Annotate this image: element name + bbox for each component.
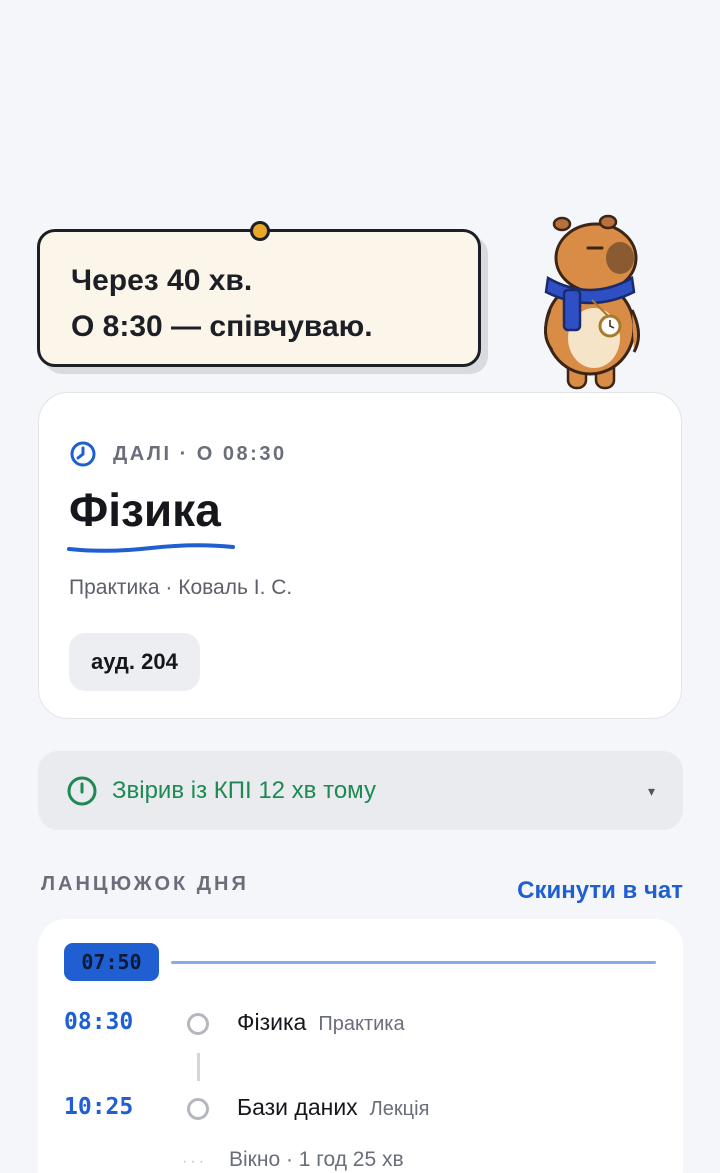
timeline-time: 08:30: [64, 1009, 134, 1035]
timeline-gap: ··· Вікно · 1 год 25 хв: [182, 1148, 404, 1172]
timeline-row[interactable]: 08:30 Фізика Практика: [38, 1005, 683, 1045]
sync-text: Звірив із КПІ 12 хв тому: [112, 776, 376, 804]
capybara-mascot-icon: [544, 214, 640, 390]
chain-section-title: ЛАНЦЮЖОК ДНЯ: [41, 873, 249, 895]
sync-status-bar[interactable]: Звірив із КПІ 12 хв тому ▾: [38, 751, 683, 830]
gap-text: Вікно · 1 год 25 хв: [228, 1148, 404, 1171]
next-label: ДАЛІ · О 08:30: [113, 442, 287, 465]
timeline-subject-type: Лекція: [369, 1098, 430, 1120]
timeline-subject: Фізика Практика: [237, 1009, 405, 1036]
speech-bubble: Через 40 хв. О 8:30 — співчуваю.: [37, 221, 481, 367]
gap-dots: ···: [182, 1153, 207, 1170]
timeline-dot: [187, 1098, 209, 1120]
bubble-pin: [250, 221, 270, 241]
next-lesson-card[interactable]: ДАЛІ · О 08:30 Фізика Практика · Коваль …: [38, 392, 682, 719]
timeline-dot: [187, 1013, 209, 1035]
subject-title: Фізика: [69, 484, 221, 536]
share-to-chat-button[interactable]: Скинути в чат: [517, 877, 683, 905]
sync-clock-icon: [67, 776, 97, 805]
timeline-subject-name: Фізика: [237, 1009, 307, 1035]
timeline-connector: [197, 1053, 200, 1081]
timeline-time: 10:25: [64, 1094, 134, 1120]
timeline-subject: Бази даних Лекція: [237, 1094, 429, 1121]
current-time-line: [171, 961, 656, 964]
timeline-subject-name: Бази даних: [237, 1094, 358, 1120]
day-timeline: 07:50 08:30 Фізика Практика 10:25 Бази да…: [38, 919, 683, 1173]
bubble-line-1: Через 40 хв.: [71, 264, 253, 297]
subject-underline: [67, 543, 235, 553]
timeline-subject-type: Практика: [318, 1013, 405, 1035]
chevron-down-icon[interactable]: ▾: [648, 783, 655, 800]
current-time-badge: 07:50: [64, 943, 159, 981]
clock-icon: [70, 441, 96, 467]
timeline-row[interactable]: 10:25 Бази даних Лекція: [38, 1090, 683, 1130]
room-badge: ауд. 204: [69, 633, 200, 691]
lesson-meta: Практика · Коваль І. С.: [69, 576, 293, 599]
bubble-line-2: О 8:30 — співчуваю.: [71, 310, 373, 343]
